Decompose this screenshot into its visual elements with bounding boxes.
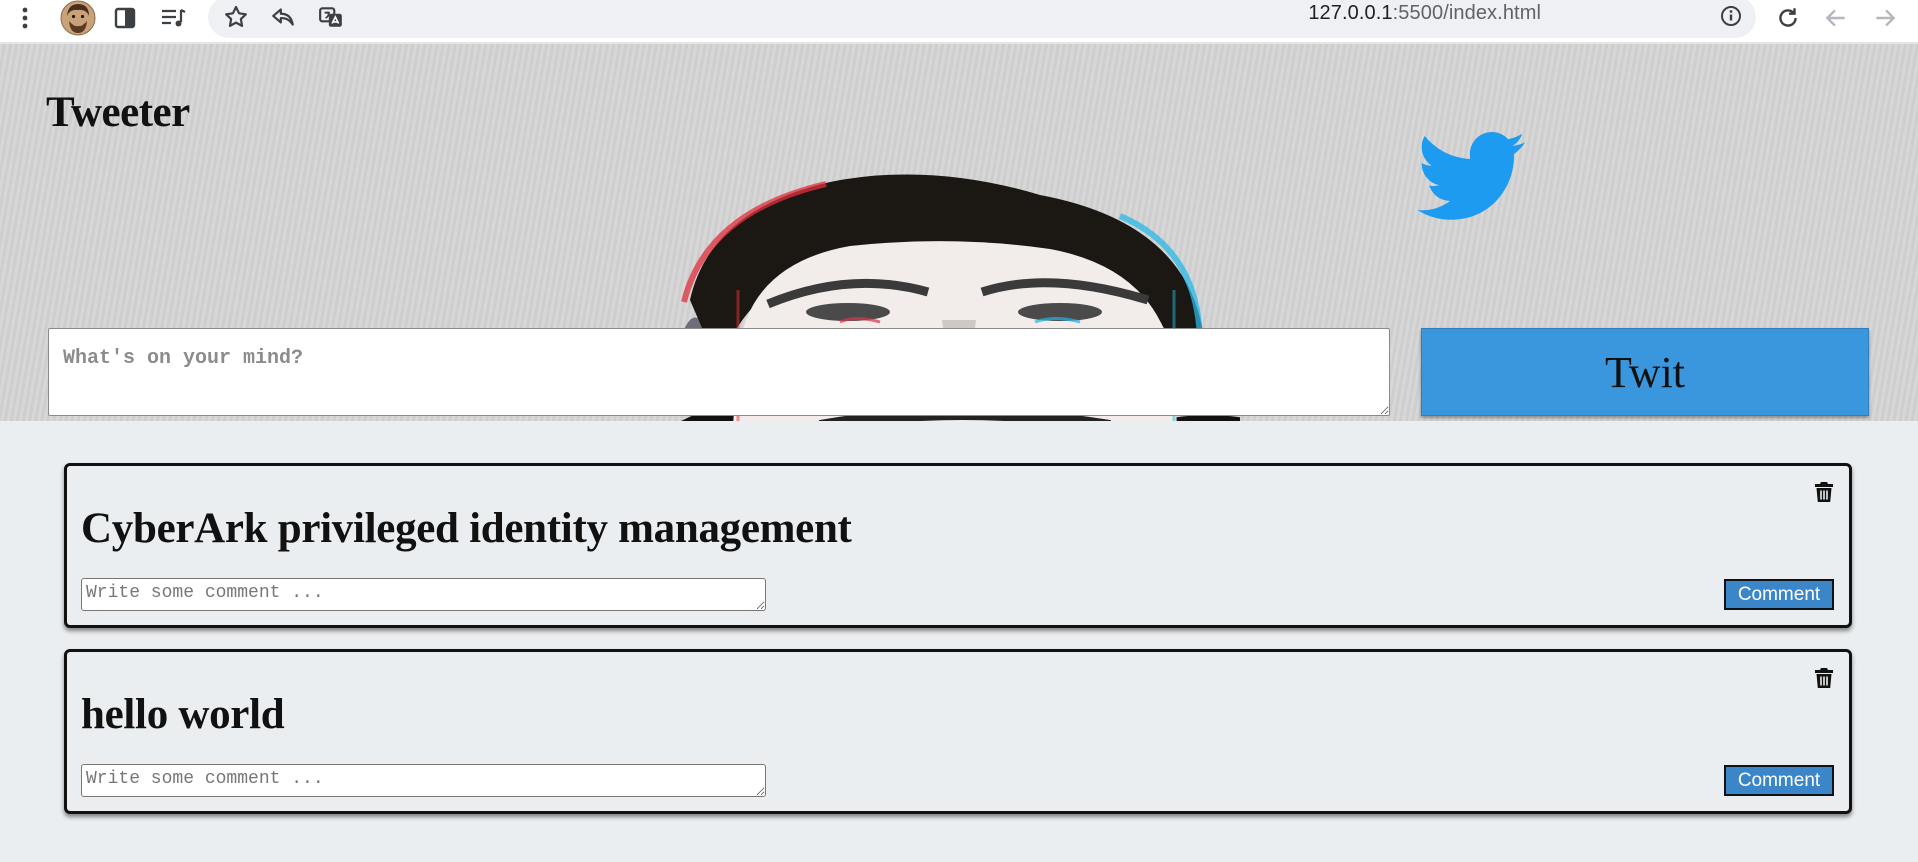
site-title: Tweeter bbox=[46, 89, 190, 136]
back-arrow-icon[interactable] bbox=[1823, 5, 1849, 31]
forward-arrow-icon[interactable] bbox=[1872, 5, 1898, 31]
comment-input[interactable] bbox=[81, 764, 766, 797]
trash-icon[interactable] bbox=[1814, 481, 1834, 508]
comment-button[interactable]: Comment bbox=[1724, 579, 1834, 610]
address-bar[interactable]: 127.0.0.1:5500/index.html bbox=[208, 0, 1756, 38]
bookmark-star-icon[interactable] bbox=[223, 4, 249, 30]
trash-icon[interactable] bbox=[1814, 667, 1834, 694]
twit-button[interactable]: Twit bbox=[1421, 328, 1869, 416]
tweet-text: hello world bbox=[81, 691, 285, 738]
profile-avatar[interactable] bbox=[60, 0, 96, 36]
tweet-card: CyberArk privileged identity management … bbox=[64, 463, 1852, 628]
side-panel-icon[interactable] bbox=[113, 6, 137, 30]
comment-button[interactable]: Comment bbox=[1724, 765, 1834, 796]
tweet-text: CyberArk privileged identity management bbox=[81, 505, 852, 552]
url-text: 127.0.0.1:5500/index.html bbox=[1308, 2, 1541, 24]
header-banner: Tweeter Twit bbox=[0, 44, 1918, 421]
tweet-compose-input[interactable] bbox=[48, 328, 1390, 416]
reading-list-icon[interactable] bbox=[160, 6, 186, 30]
reload-icon[interactable] bbox=[1775, 5, 1801, 31]
browser-toolbar: 127.0.0.1:5500/index.html bbox=[0, 0, 1918, 44]
site-info-icon[interactable] bbox=[1719, 4, 1743, 28]
translate-icon[interactable] bbox=[318, 4, 344, 30]
share-icon[interactable] bbox=[270, 4, 296, 30]
more-menu-icon[interactable] bbox=[20, 5, 30, 31]
tweet-card: hello world Comment bbox=[64, 649, 1852, 814]
comment-input[interactable] bbox=[81, 578, 766, 611]
twitter-bird-icon bbox=[1418, 132, 1526, 220]
